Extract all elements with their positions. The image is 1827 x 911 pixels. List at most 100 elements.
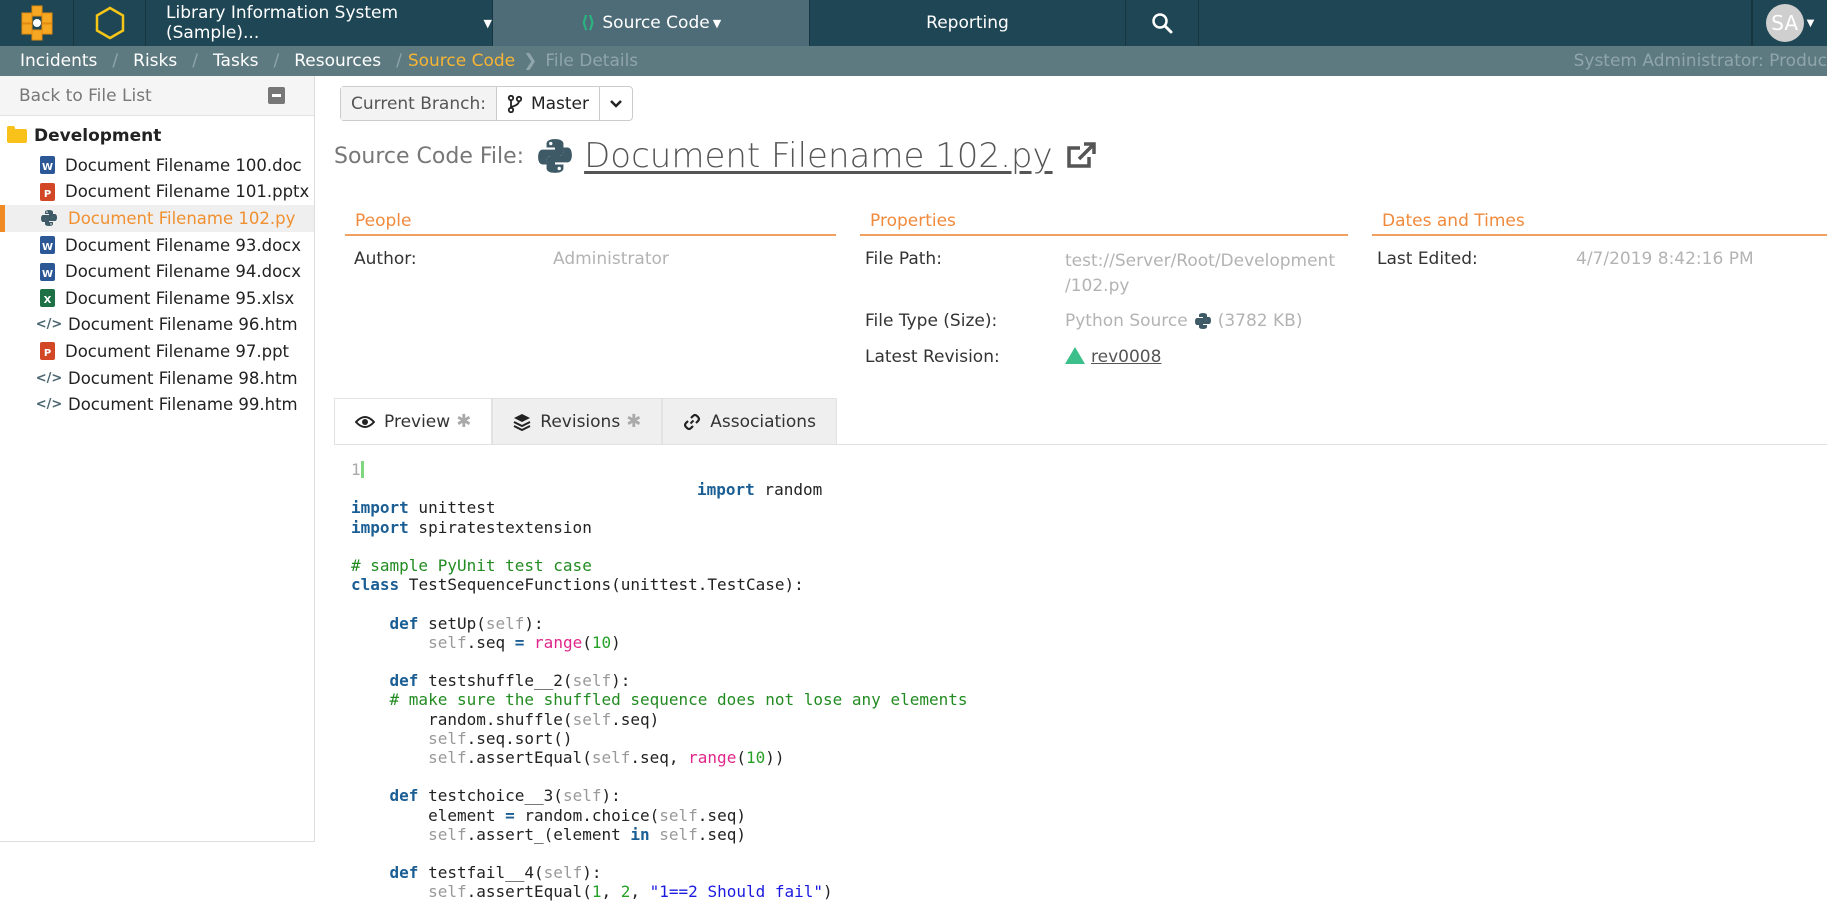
file-item[interactable]: X Document Filename 95.xlsx <box>0 285 314 312</box>
file-name: Document Filename 96.htm <box>68 315 298 335</box>
powerpoint-file-icon: P <box>40 342 55 361</box>
file-name: Document Filename 100.doc <box>65 155 302 175</box>
user-context-label: System Administrator: Produc <box>1573 51 1827 71</box>
file-type-label: File Type (Size): <box>865 311 998 331</box>
line-marker <box>360 461 364 478</box>
word-file-icon: W <box>40 156 55 175</box>
navbar-spacer <box>1199 0 1752 46</box>
breadcrumb-resources[interactable]: Resources <box>294 51 381 71</box>
caret-down-icon: ▼ <box>1806 17 1815 29</box>
asterisk-icon: ✱ <box>456 411 472 432</box>
breadcrumb-source-code[interactable]: Source Code <box>408 51 515 71</box>
file-type-field: File Type (Size): Python Source (3782 KB… <box>860 311 1348 331</box>
file-sidebar: Back to File List Development W Document… <box>0 76 315 842</box>
user-menu[interactable]: SA ▼ <box>1752 0 1827 46</box>
source-code-menu[interactable]: ⟨⟩ Source Code ▼ <box>493 0 810 46</box>
spira-logo-icon <box>21 5 52 41</box>
html-file-icon: </> <box>35 317 63 333</box>
code-first-line: import random <box>697 480 823 499</box>
file-item[interactable]: P Document Filename 97.ppt <box>0 338 314 365</box>
project-selector[interactable]: Library Information System (Sample)... ▼ <box>146 0 493 46</box>
file-item[interactable]: </> Document Filename 96.htm <box>0 312 314 339</box>
file-item[interactable]: </> Document Filename 99.htm <box>0 391 314 418</box>
file-item-selected[interactable]: Document Filename 102.py <box>0 205 314 232</box>
collapse-icon[interactable] <box>268 87 285 104</box>
tab-label: Associations <box>710 411 816 432</box>
html-file-icon: </> <box>35 370 63 386</box>
branch-name: Master <box>530 93 590 114</box>
branch-label: Current Branch: <box>341 87 497 120</box>
breadcrumb-separator: / <box>112 51 119 71</box>
author-label: Author: <box>354 249 417 269</box>
python-file-icon <box>40 209 58 227</box>
file-type-value: Python Source (3782 KB) <box>1065 311 1302 331</box>
breadcrumb-separator: / <box>273 51 280 71</box>
file-name: Document Filename 93.docx <box>65 235 302 255</box>
search-icon <box>1152 13 1173 34</box>
file-name: Document Filename 97.ppt <box>65 341 290 361</box>
branch-value[interactable]: Master <box>497 87 601 120</box>
breadcrumb-tasks[interactable]: Tasks <box>213 51 259 71</box>
tab-divider <box>334 444 1827 445</box>
tab-revisions[interactable]: Revisions ✱ <box>492 398 663 444</box>
caret-down-icon: ▼ <box>712 16 722 30</box>
word-file-icon: W <box>40 262 55 281</box>
folder-label: Development <box>34 126 162 146</box>
dates-heading: Dates and Times <box>1372 211 1827 236</box>
latest-revision-field: Latest Revision: rev0008 <box>860 347 1348 367</box>
tab-associations[interactable]: Associations <box>662 398 837 444</box>
file-name: Document Filename 94.docx <box>65 262 302 282</box>
author-value: Administrator <box>553 249 669 269</box>
chevron-down-icon <box>610 99 622 108</box>
search-button[interactable] <box>1126 0 1199 46</box>
folder-development[interactable]: Development <box>0 120 314 152</box>
branch-selector[interactable]: Current Branch: Master <box>340 86 634 121</box>
folder-icon <box>7 126 27 143</box>
link-icon <box>684 413 701 430</box>
reporting-menu[interactable]: Reporting <box>810 0 1126 46</box>
people-heading: People <box>345 211 836 236</box>
word-file-icon: W <box>40 236 55 255</box>
breadcrumb-incidents[interactable]: Incidents <box>20 51 97 71</box>
file-title-link[interactable]: Document Filename 102.py <box>584 136 1052 176</box>
file-item[interactable]: W Document Filename 93.docx <box>0 232 314 259</box>
file-name: Document Filename 99.htm <box>68 395 298 415</box>
top-navbar: Library Information System (Sample)... ▼… <box>0 0 1827 46</box>
file-item[interactable]: W Document Filename 94.docx <box>0 258 314 285</box>
file-item[interactable]: P Document Filename 101.pptx <box>0 179 314 206</box>
file-path-field: File Path: test://Server/Root/Developmen… <box>860 249 1348 299</box>
reporting-label: Reporting <box>926 13 1009 33</box>
file-item[interactable]: </> Document Filename 98.htm <box>0 365 314 392</box>
file-item[interactable]: W Document Filename 100.doc <box>0 152 314 179</box>
author-field: Author: Administrator <box>345 249 836 269</box>
branch-dropdown-button[interactable] <box>600 87 632 120</box>
file-name: Document Filename 98.htm <box>68 368 298 388</box>
powerpoint-file-icon: P <box>40 182 55 201</box>
tab-preview[interactable]: Preview ✱ <box>334 398 493 444</box>
back-label: Back to File List <box>19 85 152 106</box>
dates-section: Dates and Times Last Edited: 4/7/2019 8:… <box>1372 211 1827 269</box>
last-edited-value: 4/7/2019 8:42:16 PM <box>1576 249 1754 269</box>
avatar: SA <box>1765 4 1804 42</box>
line-number: 1 <box>351 460 361 479</box>
file-path-label: File Path: <box>865 249 942 269</box>
hexagon-icon <box>95 6 124 40</box>
last-edited-field: Last Edited: 4/7/2019 8:42:16 PM <box>1372 249 1827 269</box>
tab-label: Preview <box>384 411 451 432</box>
excel-file-icon: X <box>40 289 55 308</box>
revision-link[interactable]: rev0008 <box>1091 347 1161 367</box>
portfolio-button[interactable] <box>74 0 146 46</box>
file-path-line1: test://Server/Root/Development <box>1065 251 1335 271</box>
latest-revision-value: rev0008 <box>1065 347 1161 367</box>
python-icon <box>538 139 572 173</box>
title-label: Source Code File: <box>334 143 525 169</box>
breadcrumb-risks[interactable]: Risks <box>133 51 177 71</box>
revision-icon <box>1065 347 1085 364</box>
chevron-right-icon: ❯ <box>523 51 538 71</box>
source-code-label: Source Code <box>602 13 710 33</box>
breadcrumb-separator: / <box>396 51 402 71</box>
people-section: People Author: Administrator <box>345 211 836 269</box>
back-to-file-list[interactable]: Back to File List <box>0 76 314 116</box>
app-logo[interactable] <box>0 0 74 46</box>
external-link-icon[interactable] <box>1065 141 1097 171</box>
